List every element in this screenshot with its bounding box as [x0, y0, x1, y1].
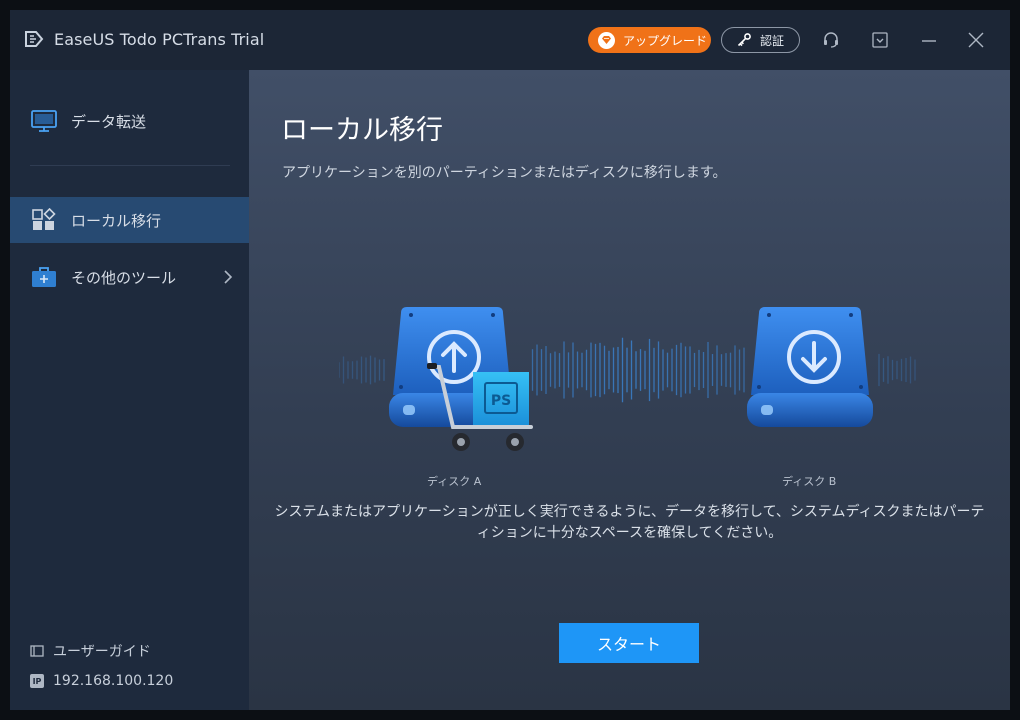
activate-label: 認証 [760, 33, 785, 48]
support-headset-icon[interactable] [822, 31, 840, 49]
sidebar-item-label: ローカル移行 [71, 211, 162, 230]
main-panel: ローカル移行 アプリケーションを別のパーティションまたはディスクに移行します。 [249, 70, 1010, 710]
monitor-icon [31, 110, 57, 132]
sidebar-item-local-migration[interactable]: ローカル移行 [10, 197, 249, 243]
diamond-icon [598, 31, 615, 49]
app-title: EaseUS Todo PCTrans Trial [54, 30, 265, 49]
sidebar-item-other-tools[interactable]: その他のツール [10, 254, 249, 300]
toolbox-icon [32, 267, 56, 287]
start-button[interactable]: スタート [559, 623, 699, 663]
disk-b-icon [747, 307, 873, 427]
title-bar[interactable]: EaseUS Todo PCTrans Trial アップグレード 認証 [10, 10, 1010, 70]
easeus-logo-icon [25, 31, 44, 47]
sidebar-divider [30, 165, 230, 166]
page-title: ローカル移行 [281, 115, 443, 146]
sidebar: データ転送 ローカル移行 その他のツール ユーザーガイド IP 192.168.… [10, 70, 249, 710]
user-guide-label: ユーザーガイド [53, 644, 151, 660]
ip-address: 192.168.100.120 [53, 673, 174, 689]
app-window: EaseUS Todo PCTrans Trial アップグレード 認証 データ… [10, 10, 1010, 710]
ip-address-row: IP 192.168.100.120 [30, 673, 173, 689]
apps-grid-icon [32, 208, 56, 230]
sidebar-item-label: データ転送 [71, 112, 147, 131]
book-icon [30, 645, 44, 657]
ps-box-label: PS [491, 393, 511, 409]
page-description: アプリケーションを別のパーティションまたはディスクに移行します。 [282, 165, 727, 181]
chevron-right-icon [224, 270, 233, 284]
minimize-icon[interactable] [920, 31, 938, 49]
user-guide-link[interactable]: ユーザーガイド [30, 641, 151, 661]
sidebar-item-data-transfer[interactable]: データ転送 [10, 98, 249, 144]
close-icon[interactable] [967, 31, 985, 49]
sidebar-item-label: その他のツール [71, 268, 177, 287]
activate-button[interactable]: 認証 [721, 27, 800, 53]
migration-illustration: PS [339, 307, 916, 451]
migration-notice: システムまたはアプリケーションが正しく実行できるように、データを移行して、システ… [274, 504, 985, 541]
upgrade-button[interactable]: アップグレード [588, 27, 711, 53]
key-icon [737, 33, 751, 47]
ip-badge-icon: IP [30, 674, 44, 688]
menu-dropdown-icon[interactable] [871, 31, 889, 49]
disk-b-label: ディスク B [782, 475, 837, 488]
upgrade-label: アップグレード [623, 33, 708, 48]
disk-a-label: ディスク A [427, 475, 482, 488]
